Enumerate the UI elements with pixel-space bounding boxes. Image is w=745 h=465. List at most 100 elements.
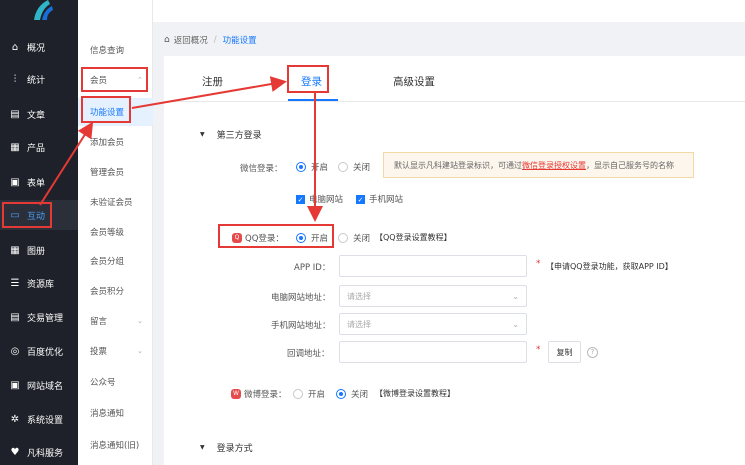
sidebar-item-12[interactable]: ♥ 凡科服务 [0,437,78,465]
callback-label: 回调地址： [287,349,330,359]
wechat-off-radio[interactable]: 关闭 [338,161,370,173]
home-icon: ⌂ [11,41,19,53]
breadcrumb: ⌂ 返回概况 / 功能设置 [164,34,257,46]
gear-icon: ✲ [10,413,20,425]
section-third-party[interactable]: ▼ 第三方登录 [200,128,262,141]
sidebar-item-label: 凡科服务 [27,448,64,459]
help-icon[interactable]: ? [587,347,598,358]
radio-label: 关闭 [353,163,371,173]
chevron-down-icon: ⌄ [512,320,519,329]
chart-icon: ⫶ [13,73,17,85]
sidebar-item-label: 系统设置 [27,415,64,426]
domain-icon: ▣ [10,379,20,391]
active-tab-indicator [288,99,338,101]
select-placeholder: 请选择 [347,291,371,301]
chevron-icon: ⌄ [137,317,143,325]
trade-icon: ▤ [10,311,20,323]
qq-tutorial-link[interactable]: 【QQ登录设置教程】 [375,232,452,243]
sidebar-item-8[interactable]: ▤ 交易管理 [0,302,78,332]
weibo-login-label: 微博登录： [244,390,287,400]
section-title: 登录方式 [216,444,253,454]
section-login-method[interactable]: ▼ 登录方式 [200,441,253,454]
heart-icon: ♥ [10,446,20,458]
chevron-icon: ⌄ [137,347,143,355]
tab-advanced[interactable]: 高级设置 [393,74,435,89]
sidebar-item-4[interactable]: ▣ 表单 [0,167,78,197]
subnav-item-5[interactable]: 未验证会员 [78,188,153,216]
sidebar-item-6[interactable]: ▦ 图册 [0,235,78,265]
subnav-item-9[interactable]: 留言 ⌄ [78,307,153,335]
notice-text-post: ，显示自己服务号的名称 [586,160,674,170]
appid-input[interactable] [339,255,527,277]
article-icon: ▤ [10,108,20,120]
sidebar-item-1[interactable]: ⫶ 统计 [0,64,78,94]
sidebar-item-11[interactable]: ✲ 系统设置 [0,404,78,434]
wechat-auth-settings-link[interactable]: 微信登录授权设置 [522,160,586,171]
required-mark: * [536,345,541,355]
subnav-item-10[interactable]: 投票 ⌄ [78,337,153,365]
weibo-tutorial-link[interactable]: 【微博登录设置教程】 [375,388,455,399]
checkbox-label: 电脑网站 [309,195,344,205]
sidebar-item-10[interactable]: ▣ 网站域名 [0,370,78,400]
subnav-item-label: 会员等级 [90,228,125,238]
collapse-triangle-icon: ▼ [200,131,205,138]
weibo-off-radio[interactable]: 关闭 [336,388,368,400]
sidebar-item-label: 表单 [27,178,46,189]
wechat-login-label: 微信登录： [240,164,283,174]
radio-dot [293,389,303,399]
sidebar-item-label: 统计 [27,75,46,86]
collapse-triangle-icon: ▼ [200,444,205,451]
form-icon: ▣ [10,176,20,188]
appid-label: APP ID： [294,263,331,273]
pc-site-select[interactable]: 请选择 ⌄ [339,285,527,307]
subnav-item-7[interactable]: 会员分组 [78,247,153,275]
sidebar-item-label: 产品 [27,143,46,154]
subnav-item-label: 公众号 [90,378,116,388]
home-icon[interactable]: ⌂ [164,35,170,45]
wechat-pc-checkbox[interactable]: ✓ 电脑网站 [296,193,343,205]
sidebar-item-9[interactable]: ◎ 百度优化 [0,336,78,366]
radio-dot [336,389,346,399]
subnav-item-label: 信息查询 [90,46,125,56]
sidebar-item-0[interactable]: ⌂ 概况 [0,32,78,62]
sidebar-item-label: 文章 [27,110,46,121]
sidebar-item-label: 图册 [27,246,46,257]
subnav-item-6[interactable]: 会员等级 [78,218,153,246]
copy-button[interactable]: 复制 [548,341,581,363]
required-mark: * [536,259,541,269]
wechat-on-radio[interactable]: 开启 [296,161,328,173]
breadcrumb-current: 功能设置 [222,36,257,46]
wechat-notice: 默认显示凡科建站登录标识，可通过 微信登录授权设置 ，显示自己服务号的名称 [383,152,694,178]
callback-input[interactable] [339,341,527,363]
top-bar [153,0,745,22]
subnav-item-0[interactable]: 信息查询 [78,36,153,64]
weibo-on-radio[interactable]: 开启 [293,388,325,400]
tab-register[interactable]: 注册 [202,74,223,89]
seo-icon: ◎ [10,345,20,357]
subnav-item-8[interactable]: 会员积分 [78,277,153,305]
sidebar-item-7[interactable]: ☰ 资源库 [0,268,78,298]
subnav-item-label: 会员积分 [90,287,125,297]
wechat-mobile-checkbox[interactable]: ✓ 手机网站 [356,193,403,205]
breadcrumb-back[interactable]: 返回概况 [174,34,208,46]
subnav-item-label: 管理会员 [90,168,125,178]
subnav-item-12[interactable]: 消息通知 [78,399,153,427]
subnav-item-11[interactable]: 公众号 [78,368,153,396]
logo [34,0,53,20]
gallery-icon: ▦ [10,244,20,256]
annotation-box-member [81,67,148,92]
annotation-box-qq-login [218,224,334,248]
qq-off-radio[interactable]: 关闭 [338,232,370,244]
sidebar-item-label: 网站域名 [27,381,64,392]
subnav-item-3[interactable]: 添加会员 [78,128,153,156]
sidebar-item-label: 交易管理 [27,313,64,324]
select-placeholder: 请选择 [347,319,371,329]
mobile-site-select[interactable]: 请选择 ⌄ [339,313,527,335]
subnav-item-13[interactable]: 消息通知(旧) [78,431,153,459]
pc-site-label: 电脑网站地址： [271,293,331,303]
sidebar-item-2[interactable]: ▤ 文章 [0,99,78,129]
subnav-item-label: 消息通知 [90,409,125,419]
subnav-item-4[interactable]: 管理会员 [78,158,153,186]
breadcrumb-separator: / [213,35,217,45]
sidebar-item-3[interactable]: ▦ 产品 [0,132,78,162]
